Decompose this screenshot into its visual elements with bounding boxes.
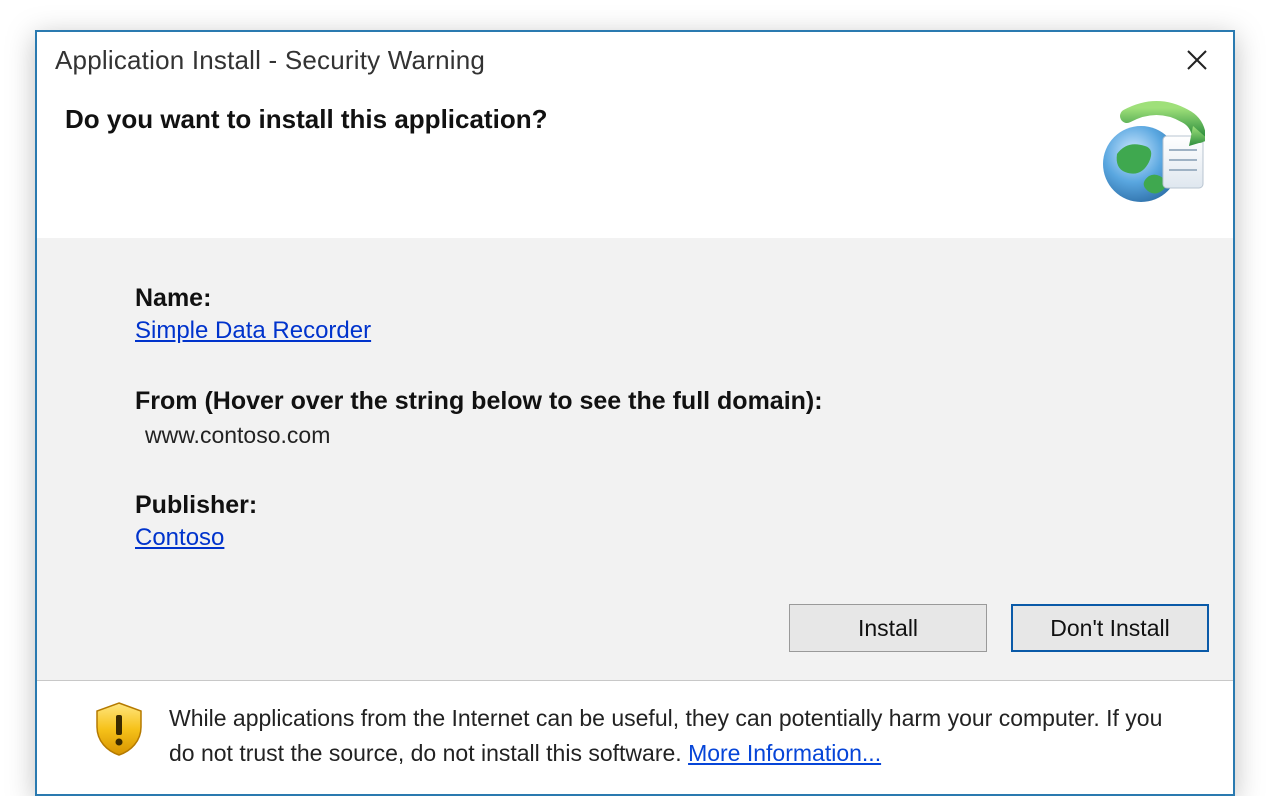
name-field: Name: Simple Data Recorder	[135, 284, 1211, 345]
globe-download-icon	[1097, 100, 1205, 208]
dont-install-button[interactable]: Don't Install	[1011, 604, 1209, 652]
header-area: Do you want to install this application?	[37, 78, 1233, 238]
publisher-label: Publisher:	[135, 491, 1211, 520]
from-domain: www.contoso.com	[145, 422, 1211, 449]
dialog-body: Name: Simple Data Recorder From (Hover o…	[37, 238, 1233, 681]
footer-area: While applications from the Internet can…	[37, 681, 1233, 794]
footer-text: While applications from the Internet can…	[169, 701, 1179, 770]
close-icon	[1185, 48, 1209, 72]
button-row: Install Don't Install	[135, 604, 1211, 652]
install-prompt: Do you want to install this application?	[65, 104, 547, 135]
close-button[interactable]	[1179, 42, 1215, 78]
titlebar: Application Install - Security Warning	[37, 32, 1233, 78]
publisher-link[interactable]: Contoso	[135, 524, 224, 552]
from-field: From (Hover over the string below to see…	[135, 387, 1211, 449]
application-name-link[interactable]: Simple Data Recorder	[135, 317, 371, 345]
more-information-link[interactable]: More Information...	[688, 740, 881, 766]
install-button[interactable]: Install	[789, 604, 987, 652]
from-label: From (Hover over the string below to see…	[135, 387, 823, 415]
name-label: Name:	[135, 284, 1211, 313]
publisher-field: Publisher: Contoso	[135, 491, 1211, 552]
footer-message: While applications from the Internet can…	[169, 705, 1162, 766]
shield-warning-icon	[93, 701, 145, 757]
dialog-window: Application Install - Security Warning D…	[35, 30, 1235, 796]
window-title: Application Install - Security Warning	[55, 45, 485, 76]
